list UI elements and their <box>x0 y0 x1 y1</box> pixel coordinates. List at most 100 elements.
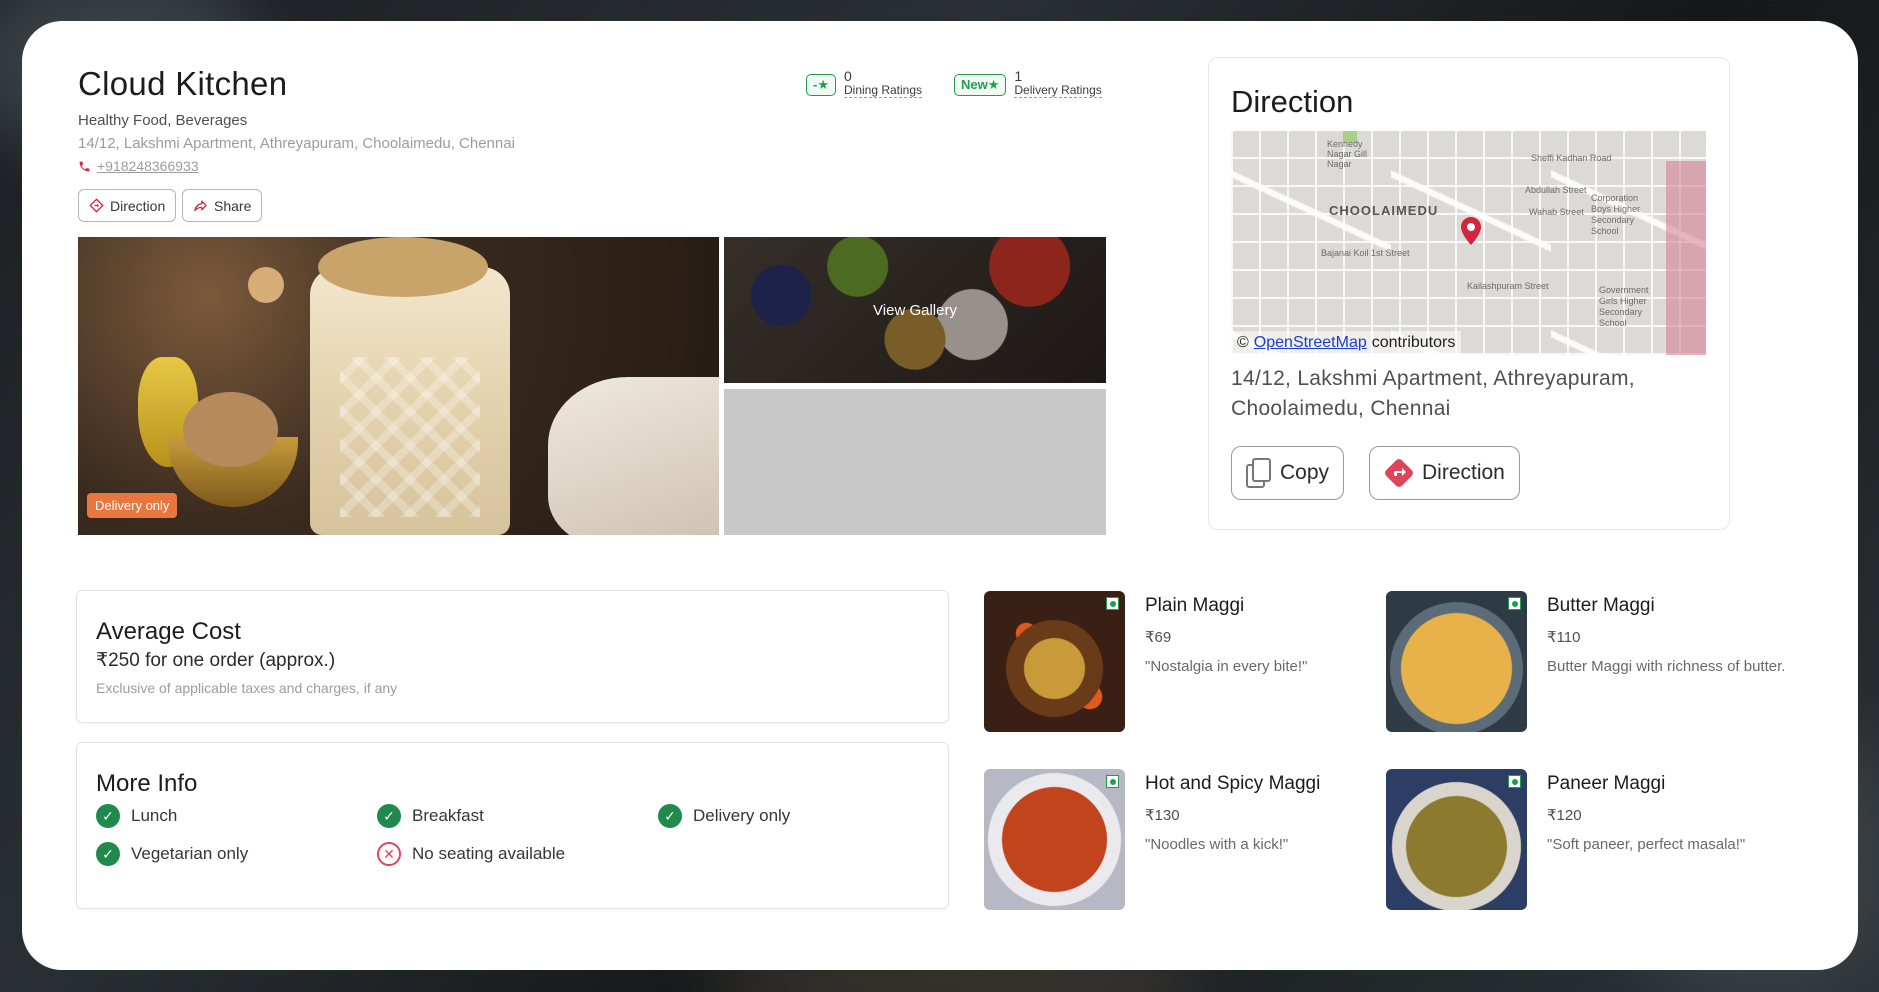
direction-icon <box>1385 459 1413 487</box>
share-icon <box>194 200 207 212</box>
dish-description: "Noodles with a kick!" <box>1145 836 1289 853</box>
dish-description: "Nostalgia in every bite!" <box>1145 658 1308 675</box>
check-icon: ✓ <box>96 842 120 866</box>
dish-card[interactable]: Butter Maggi ₹110 Butter Maggi with rich… <box>1386 591 1806 733</box>
view-gallery-label: View Gallery <box>873 301 957 319</box>
gallery-thumbnail[interactable]: View Gallery <box>724 237 1106 383</box>
veg-icon <box>1508 775 1521 788</box>
dish-description: "Soft paneer, perfect masala!" <box>1547 836 1746 853</box>
info-item-label: Vegetarian only <box>131 844 249 863</box>
dish-name: Butter Maggi <box>1547 595 1655 616</box>
info-item-delivery-only: ✓ Delivery only <box>658 804 790 828</box>
veg-icon <box>1508 597 1521 610</box>
delivery-only-badge: Delivery only <box>87 493 178 518</box>
direction-icon <box>89 198 104 213</box>
info-item-label: Breakfast <box>412 806 484 825</box>
dish-image[interactable] <box>984 769 1125 910</box>
direction-button-label: Direction <box>110 197 166 214</box>
photo-detail <box>183 392 278 467</box>
dining-rating-label: Dining Ratings <box>843 83 923 98</box>
restaurant-address: 14/12, Lakshmi Apartment, Athreyapuram, … <box>78 135 515 152</box>
restaurant-cuisines: Healthy Food, Beverages <box>78 112 248 129</box>
restaurant-card: Cloud Kitchen Healthy Food, Beverages 14… <box>22 21 1858 970</box>
average-cost-title: Average Cost <box>96 618 241 645</box>
copy-icon <box>1246 458 1271 488</box>
info-item-label: Delivery only <box>693 806 791 825</box>
photo-detail <box>248 267 284 303</box>
copy-button-label: Copy <box>1280 461 1330 484</box>
dish-image[interactable] <box>1386 591 1527 732</box>
map-street-label: Government Girls Higher Secondary School <box>1599 285 1649 328</box>
share-button[interactable]: Share <box>182 189 263 222</box>
dining-rating-chip: -★ <box>806 74 836 96</box>
dish-image[interactable] <box>1386 769 1527 910</box>
info-item-lunch: ✓ Lunch <box>96 804 177 828</box>
direction-panel-title: Direction <box>1231 84 1354 119</box>
phone-icon <box>79 161 90 171</box>
veg-icon <box>1106 775 1119 788</box>
delivery-rating-label: Delivery Ratings <box>1014 83 1102 98</box>
restaurant-name: Cloud Kitchen <box>78 65 288 102</box>
check-icon: ✓ <box>377 804 401 828</box>
more-info-list: ✓ Lunch ✓ Breakfast ✓ Delivery only ✓ Ve… <box>96 804 929 884</box>
info-item-breakfast: ✓ Breakfast <box>377 804 484 828</box>
dish-name: Plain Maggi <box>1145 595 1245 616</box>
direction-panel-button[interactable]: Direction <box>1369 446 1520 500</box>
view-gallery-overlay[interactable]: View Gallery <box>724 237 1106 383</box>
dish-description: Butter Maggi with richness of butter. <box>1547 658 1786 675</box>
average-cost-card: Average Cost ₹250 for one order (approx.… <box>76 590 949 723</box>
copy-button[interactable]: Copy <box>1231 446 1345 500</box>
average-cost-value: ₹250 for one order (approx.) <box>96 650 336 671</box>
dish-price: ₹69 <box>1145 629 1172 646</box>
dining-rating[interactable]: -★ 0 Dining Ratings <box>806 68 923 98</box>
map-street-label: Abdullah Street <box>1525 185 1587 195</box>
delivery-rating-chip: New★ <box>954 74 1007 96</box>
map[interactable]: Kennedy Nagar Gill Nagar Sheffi Kadhan R… <box>1231 131 1706 355</box>
direction-button[interactable]: Direction <box>78 189 177 222</box>
map-street-label: Corporation Boys Higher Secondary School <box>1591 193 1641 236</box>
average-cost-note: Exclusive of applicable taxes and charge… <box>96 680 398 696</box>
info-item-no-seating: ✕ No seating available <box>377 842 565 866</box>
phone-number[interactable]: +918248366933 <box>97 158 199 174</box>
map-landuse <box>1666 161 1706 355</box>
dish-name: Hot and Spicy Maggi <box>1145 773 1321 794</box>
map-pin-icon[interactable] <box>1461 217 1481 249</box>
delivery-rating[interactable]: New★ 1 Delivery Ratings <box>954 69 1102 98</box>
map-street-label: Kennedy Nagar Gill Nagar <box>1327 139 1368 169</box>
direction-panel-button-label: Direction <box>1422 461 1505 484</box>
cross-icon: ✕ <box>377 842 401 866</box>
info-item-label: Lunch <box>131 806 178 825</box>
attribution-text: contributors <box>1371 334 1456 351</box>
map-area-label: CHOOLAIMEDU <box>1329 203 1439 218</box>
more-info-title: More Info <box>96 770 198 797</box>
dish-price: ₹120 <box>1547 807 1582 824</box>
map-attribution: © OpenStreetMap contributors <box>1231 331 1462 355</box>
restaurant-phone[interactable]: +918248366933 <box>78 158 199 174</box>
more-info-card: More Info ✓ Lunch ✓ Breakfast ✓ Delivery… <box>76 742 949 909</box>
check-icon: ✓ <box>658 804 682 828</box>
dish-price: ₹130 <box>1145 807 1180 824</box>
photo-detail <box>548 377 719 535</box>
dish-name: Paneer Maggi <box>1547 773 1666 794</box>
dish-card[interactable]: Plain Maggi ₹69 "Nostalgia in every bite… <box>984 591 1404 733</box>
map-street-label: Sheffi Kadhan Road <box>1531 153 1612 163</box>
info-item-label: No seating available <box>412 844 566 863</box>
photo-detail <box>310 267 510 535</box>
gallery-placeholder[interactable] <box>724 389 1106 535</box>
direction-panel: Direction Kennedy Nagar Gill Nagar Sheff… <box>1208 57 1730 530</box>
dish-image[interactable] <box>984 591 1125 732</box>
map-street-label: Wahab Street <box>1529 207 1584 217</box>
check-icon: ✓ <box>96 804 120 828</box>
map-street-label: Kailashpuram Street <box>1467 281 1549 291</box>
copyright-icon: © <box>1237 334 1249 351</box>
dish-card[interactable]: Paneer Maggi ₹120 "Soft paneer, perfect … <box>1386 769 1806 911</box>
share-button-label: Share <box>214 197 252 214</box>
info-item-vegetarian-only: ✓ Vegetarian only <box>96 842 248 866</box>
photo-detail <box>318 237 488 297</box>
dish-price: ₹110 <box>1547 629 1581 646</box>
delivery-rating-count: 1 <box>1014 68 1023 84</box>
gallery-main-image[interactable]: Delivery only <box>78 237 719 535</box>
dish-card[interactable]: Hot and Spicy Maggi ₹130 "Noodles with a… <box>984 769 1404 911</box>
dining-rating-count: 0 <box>843 68 852 84</box>
openstreetmap-link[interactable]: OpenStreetMap <box>1254 334 1367 352</box>
